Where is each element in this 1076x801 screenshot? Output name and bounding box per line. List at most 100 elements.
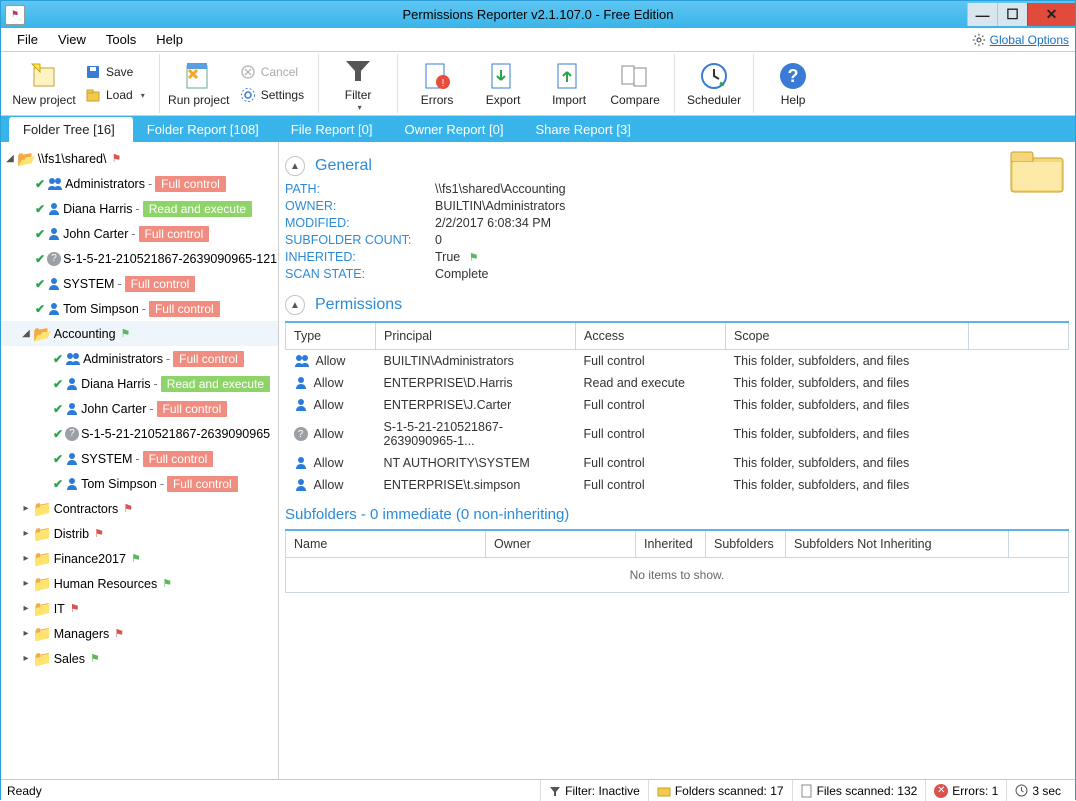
tab-owner-report[interactable]: Owner Report [0]	[390, 117, 521, 142]
expand-icon[interactable]: ◢	[19, 328, 33, 339]
filter-button[interactable]: Filter▾	[325, 54, 391, 114]
user-icon	[65, 377, 79, 391]
tree-root[interactable]: ◢📂 \\fs1\shared\⚑	[1, 146, 278, 171]
user-icon	[294, 478, 308, 492]
tree-entry[interactable]: ✔ Diana Harris-Read and execute	[1, 371, 278, 396]
tab-file-report[interactable]: File Report [0]	[277, 117, 391, 142]
expand-icon[interactable]: ▸	[19, 553, 33, 564]
expand-icon[interactable]: ▸	[19, 578, 33, 589]
table-row[interactable]: AllowENTERPRISE\t.simpsonFull controlThi…	[286, 474, 1069, 496]
tree-entry[interactable]: ✔? S-1-5-21-210521867-2639090965	[1, 421, 278, 446]
col-owner[interactable]: Owner	[486, 530, 636, 558]
modified-value: 2/2/2017 6:08:34 PM	[435, 216, 551, 230]
run-project-button[interactable]: Run project	[166, 54, 232, 114]
user-icon	[47, 277, 61, 291]
compare-button[interactable]: Compare	[602, 54, 668, 114]
tab-share-report[interactable]: Share Report [3]	[521, 117, 648, 142]
table-row[interactable]: AllowENTERPRISE\J.CarterFull controlThis…	[286, 394, 1069, 416]
scheduler-button[interactable]: Scheduler	[681, 54, 747, 114]
minimize-button[interactable]: —	[967, 3, 997, 26]
flag-icon: ⚑	[111, 152, 121, 165]
col-type[interactable]: Type	[286, 322, 376, 350]
menu-file[interactable]: File	[7, 29, 48, 50]
tree-entry[interactable]: ✔ Administrators-Full control	[1, 171, 278, 196]
chevron-down-icon: ▾	[141, 91, 145, 100]
table-row[interactable]: AllowBUILTIN\AdministratorsFull controlT…	[286, 350, 1069, 373]
tree-folder[interactable]: ▸📁 Finance2017⚑	[1, 546, 278, 571]
expand-icon[interactable]: ▸	[19, 528, 33, 539]
tree-entry[interactable]: ✔ John Carter-Full control	[1, 396, 278, 421]
tree-folder[interactable]: ▸📁 IT⚑	[1, 596, 278, 621]
collapse-general-button[interactable]: ▲	[285, 156, 305, 176]
col-nonin[interactable]: Subfolders Not Inheriting	[786, 530, 1009, 558]
help-icon: ?	[777, 60, 809, 92]
col-principal[interactable]: Principal	[376, 322, 576, 350]
menu-help[interactable]: Help	[146, 29, 193, 50]
gear-icon	[972, 33, 986, 47]
save-button[interactable]: Save	[81, 62, 149, 82]
close-button[interactable]: ✕	[1027, 3, 1075, 26]
import-button[interactable]: Import	[536, 54, 602, 114]
tree-entry[interactable]: ✔ Tom Simpson-Full control	[1, 471, 278, 496]
user-icon	[47, 227, 61, 241]
check-icon: ✔	[35, 252, 45, 266]
user-icon	[47, 202, 61, 216]
maximize-button[interactable]: ☐	[997, 3, 1027, 26]
col-inherited[interactable]: Inherited	[636, 530, 706, 558]
inherited-value: True ⚑	[435, 250, 479, 264]
col-subfolders[interactable]: Subfolders	[706, 530, 786, 558]
col-blank[interactable]	[969, 322, 1069, 350]
tree-entry[interactable]: ✔ SYSTEM-Full control	[1, 271, 278, 296]
tree-entry[interactable]: ✔ Diana Harris-Read and execute	[1, 196, 278, 221]
help-button[interactable]: ?Help	[760, 54, 826, 114]
tab-folder-report[interactable]: Folder Report [108]	[133, 117, 277, 142]
tree-entry[interactable]: ✔? S-1-5-21-210521867-2639090965-121	[1, 246, 278, 271]
table-row[interactable]: AllowENTERPRISE\D.HarrisRead and execute…	[286, 372, 1069, 394]
toolbar: New project Save Load▾ Run project Cance…	[1, 52, 1075, 116]
tree-entry[interactable]: ✔ Tom Simpson-Full control	[1, 296, 278, 321]
tree-folder[interactable]: ▸📁 Managers⚑	[1, 621, 278, 646]
export-button[interactable]: Export	[470, 54, 536, 114]
svg-text:?: ?	[788, 66, 799, 86]
settings-button[interactable]: Settings	[236, 85, 308, 105]
tree-folder[interactable]: ▸📁 Distrib⚑	[1, 521, 278, 546]
col-scope[interactable]: Scope	[726, 322, 969, 350]
tree-entry[interactable]: ✔ SYSTEM-Full control	[1, 446, 278, 471]
status-errors[interactable]: ✕Errors: 1	[925, 780, 1006, 801]
user-icon	[65, 402, 79, 416]
expand-icon[interactable]: ▸	[19, 628, 33, 639]
tab-strip: Folder Tree [16] Folder Report [108] Fil…	[1, 116, 1075, 142]
expand-icon[interactable]: ▸	[19, 603, 33, 614]
new-project-button[interactable]: New project	[11, 54, 77, 114]
col-name[interactable]: Name	[286, 530, 486, 558]
user-icon	[294, 456, 308, 470]
cancel-button[interactable]: Cancel	[236, 62, 308, 82]
expand-icon[interactable]: ▸	[19, 653, 33, 664]
expand-icon[interactable]: ◢	[3, 153, 17, 164]
global-options-link[interactable]: Global Options	[972, 33, 1069, 47]
expand-icon[interactable]: ▸	[19, 503, 33, 514]
errors-button[interactable]: !Errors	[404, 54, 470, 114]
chevron-down-icon: ▾	[358, 103, 362, 112]
table-row[interactable]: AllowNT AUTHORITY\SYSTEMFull controlThis…	[286, 452, 1069, 474]
permission-badge: Read and execute	[161, 376, 270, 392]
load-button[interactable]: Load▾	[81, 85, 149, 105]
folder-icon: 📁	[33, 650, 52, 668]
tree-folder[interactable]: ▸📁 Contractors⚑	[1, 496, 278, 521]
col-access[interactable]: Access	[576, 322, 726, 350]
save-icon	[85, 64, 101, 80]
collapse-permissions-button[interactable]: ▲	[285, 295, 305, 315]
menu-tools[interactable]: Tools	[96, 29, 146, 50]
flag-icon: ⚑	[94, 527, 104, 540]
menu-view[interactable]: View	[48, 29, 96, 50]
tree-folder[interactable]: ▸📁 Human Resources⚑	[1, 571, 278, 596]
tree-entry[interactable]: ✔ John Carter-Full control	[1, 221, 278, 246]
folder-icon: 📁	[33, 600, 52, 618]
tree-folder[interactable]: ▸📁 Sales⚑	[1, 646, 278, 671]
title-bar: ⚑ Permissions Reporter v2.1.107.0 - Free…	[1, 1, 1075, 28]
table-row[interactable]: ?AllowS-1-5-21-210521867-2639090965-1...…	[286, 416, 1069, 452]
tree-folder-accounting[interactable]: ◢📂 Accounting⚑	[1, 321, 278, 346]
tab-folder-tree[interactable]: Folder Tree [16]	[9, 117, 133, 142]
tree-entry[interactable]: ✔ Administrators-Full control	[1, 346, 278, 371]
status-time: 3 sec	[1006, 780, 1069, 801]
